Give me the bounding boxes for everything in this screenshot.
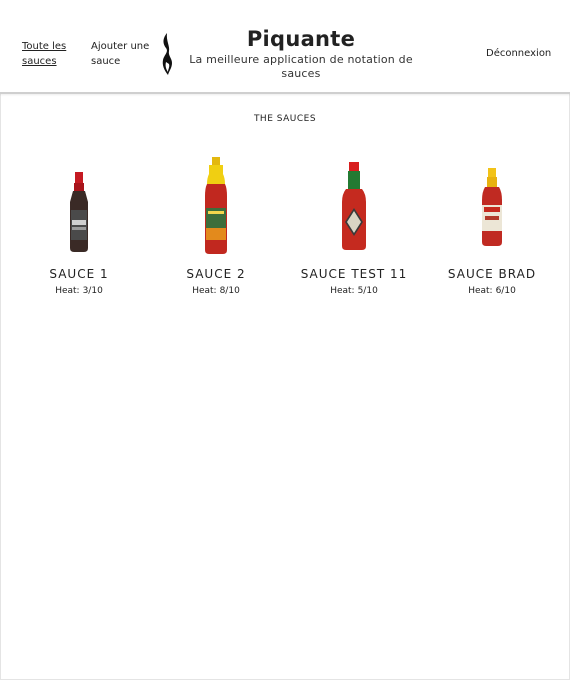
sauce-name: SAUCE 2 [186, 267, 246, 281]
logout-link[interactable]: Déconnexion [486, 46, 551, 61]
sauce-card[interactable]: SAUCE 2 Heat: 8/10 [151, 150, 281, 300]
sauce-bottle-image [205, 157, 227, 254]
sauce-card[interactable]: SAUCE TEST 11 Heat: 5/10 [289, 150, 419, 300]
section-title: THE SAUCES [253, 114, 317, 124]
sauce-name: SAUCE BRAD [447, 267, 537, 281]
page-frame [0, 0, 570, 680]
nav-add-sauce-link[interactable]: Ajouter une sauce [91, 39, 151, 69]
sauce-heat: Heat: 6/10 [468, 286, 516, 296]
nav-all-sauces-link[interactable]: Toute les sauces [22, 39, 74, 69]
sauce-heat: Heat: 3/10 [55, 286, 103, 296]
brand-title: Piquante [246, 27, 356, 51]
sauce-name: SAUCE 1 [49, 267, 109, 281]
sauce-card[interactable]: SAUCE BRAD Heat: 6/10 [427, 150, 557, 300]
brand-tagline: La meilleure application de notation de … [189, 53, 413, 80]
sauce-heat: Heat: 8/10 [192, 286, 240, 296]
site-header: Toute les sauces Ajouter une sauce Piqua… [0, 0, 570, 94]
sauce-bottle-image [70, 172, 88, 252]
sauce-heat: Heat: 5/10 [330, 286, 378, 296]
sauce-bottle-image [342, 162, 366, 250]
flame-icon [162, 33, 172, 75]
sauce-bottle-image [482, 168, 502, 246]
sauce-name: SAUCE TEST 11 [300, 267, 408, 281]
sauce-card[interactable]: SAUCE 1 Heat: 3/10 [14, 150, 144, 300]
